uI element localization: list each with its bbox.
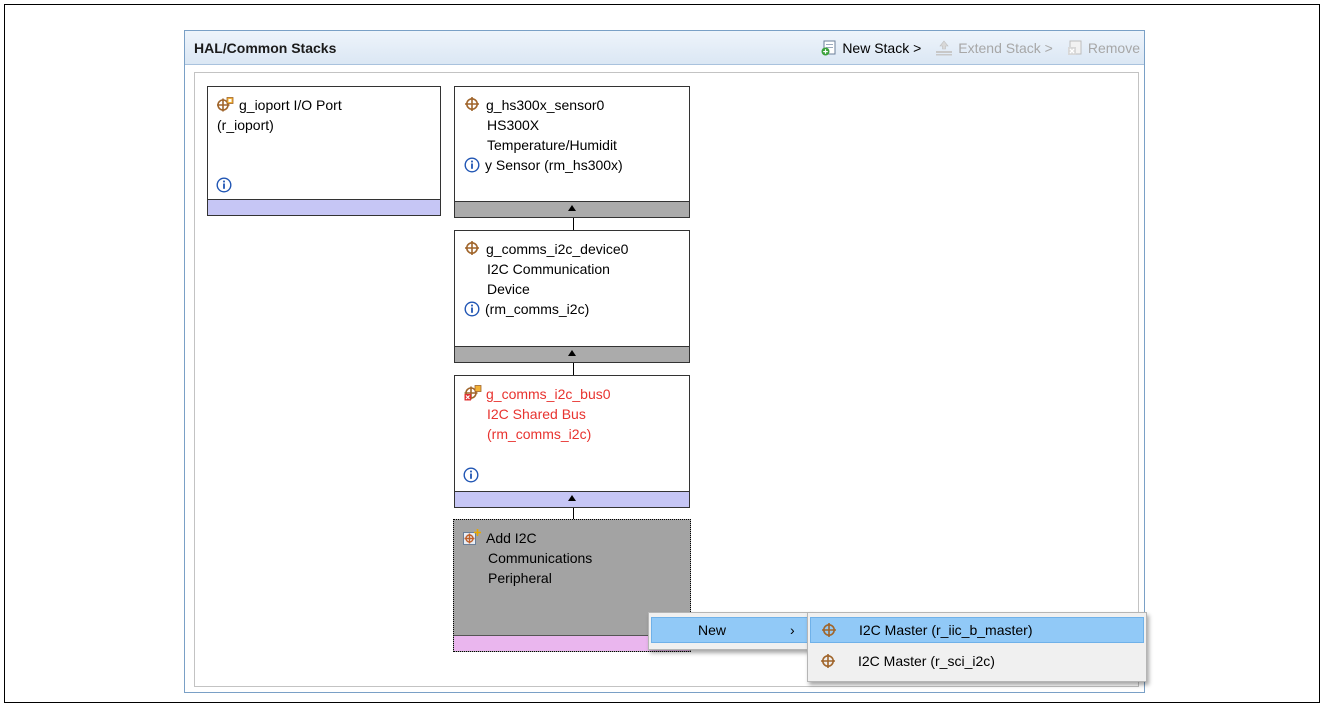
stack-card-i2c-bus[interactable]: g_comms_i2c_bus0 I2C Shared Bus (rm_comm… xyxy=(454,375,690,508)
context-menu: New › xyxy=(648,612,812,650)
submenu-item-r-iic-b-master[interactable]: I2C Master (r_iic_b_master) xyxy=(810,617,1144,643)
card-text: Add I2C Communications Peripheral xyxy=(463,528,686,588)
card-module: (rm_comms_i2c) xyxy=(485,301,590,317)
add-module-icon xyxy=(463,529,481,545)
card-name: g_comms_i2c_bus0 xyxy=(486,386,611,402)
panel-title: HAL/Common Stacks xyxy=(194,40,337,56)
submenu-item-label: I2C Master (r_iic_b_master) xyxy=(859,622,1033,638)
card-name: g_hs300x_sensor0 xyxy=(486,97,605,113)
up-arrow-icon xyxy=(568,495,576,501)
card-text: g_hs300x_sensor0 HS300X Temperature/Humi… xyxy=(464,95,685,175)
module-icon xyxy=(465,97,479,111)
card-module: (r_ioport) xyxy=(217,117,274,133)
module-icon xyxy=(821,654,835,668)
card-module-line: Device xyxy=(487,281,530,297)
extend-stack-icon xyxy=(936,40,953,56)
card-title-line: g_comms_i2c_bus0 xyxy=(464,384,685,404)
card-text: g_comms_i2c_device0 I2C Communication De… xyxy=(464,239,685,319)
card-module-line: (rm_comms_i2c) xyxy=(464,299,685,319)
submenu: I2C Master (r_iic_b_master) I2C Master (… xyxy=(807,612,1147,682)
card-name: g_comms_i2c_device0 xyxy=(486,241,629,257)
stack-card-ioport[interactable]: g_ioport I/O Port (r_ioport) xyxy=(207,86,441,216)
card-title-line: g_comms_i2c_device0 xyxy=(464,239,685,259)
card-footer xyxy=(208,199,440,215)
module-icon xyxy=(465,241,479,255)
extend-stack-label: Extend Stack > xyxy=(958,40,1053,56)
stack-connector xyxy=(573,363,574,375)
stack-card-i2c-device[interactable]: g_comms_i2c_device0 I2C Communication De… xyxy=(454,230,690,363)
menu-item-new-label: New xyxy=(698,622,727,638)
up-arrow-icon xyxy=(568,205,576,211)
panel-toolbar: New Stack > Extend Stack > Remove xyxy=(821,38,1140,58)
stack-card-hs300x[interactable]: g_hs300x_sensor0 HS300X Temperature/Humi… xyxy=(454,86,690,218)
card-module-line: Peripheral xyxy=(488,570,552,586)
card-title-line: g_hs300x_sensor0 xyxy=(464,95,685,115)
card-text: g_comms_i2c_bus0 I2C Shared Bus (rm_comm… xyxy=(464,384,685,444)
info-icon[interactable] xyxy=(464,157,480,173)
menu-item-new[interactable]: New › xyxy=(651,617,809,643)
up-arrow-icon xyxy=(568,350,576,356)
card-name: g_ioport I/O Port xyxy=(239,97,342,113)
module-icon xyxy=(216,97,234,112)
stack-connector xyxy=(573,218,574,230)
info-icon[interactable] xyxy=(463,467,479,483)
remove-icon xyxy=(1067,40,1082,55)
remove-label: Remove xyxy=(1087,40,1140,56)
card-footer xyxy=(455,491,689,507)
card-footer xyxy=(455,346,689,362)
card-module-line: I2C Communication xyxy=(487,261,610,277)
info-icon[interactable] xyxy=(216,177,232,193)
card-name: Add I2C xyxy=(486,530,537,546)
card-module: y Sensor (rm_hs300x) xyxy=(485,157,623,173)
card-footer xyxy=(455,201,689,217)
card-title-line: Add I2C xyxy=(463,528,686,548)
card-module-line: Communications xyxy=(488,550,593,566)
info-icon[interactable] xyxy=(464,301,480,317)
panel-header: HAL/Common Stacks New Stack > Extend Sta… xyxy=(185,31,1144,65)
new-stack-label: New Stack > xyxy=(842,40,922,56)
submenu-item-r-sci-i2c[interactable]: I2C Master (r_sci_i2c) xyxy=(810,648,1144,674)
module-icon xyxy=(822,623,836,637)
module-error-icon xyxy=(464,385,482,401)
card-module-line: y Sensor (rm_hs300x) xyxy=(464,155,685,175)
submenu-arrow-icon: › xyxy=(790,622,795,638)
card-title-line: g_ioport I/O Port xyxy=(216,95,436,115)
extend-stack-button[interactable]: Extend Stack > xyxy=(935,40,1053,56)
card-text: g_ioport I/O Port (r_ioport) xyxy=(216,95,436,135)
card-module-line: I2C Shared Bus xyxy=(487,406,586,422)
new-stack-button[interactable]: New Stack > xyxy=(821,40,921,56)
new-stack-icon xyxy=(821,40,836,56)
card-module: (rm_comms_i2c) xyxy=(487,426,592,442)
remove-button[interactable]: Remove xyxy=(1067,40,1140,56)
submenu-item-label: I2C Master (r_sci_i2c) xyxy=(858,653,995,669)
card-module-line: Temperature/Humidit xyxy=(487,137,617,153)
card-module-line: HS300X xyxy=(487,117,540,133)
